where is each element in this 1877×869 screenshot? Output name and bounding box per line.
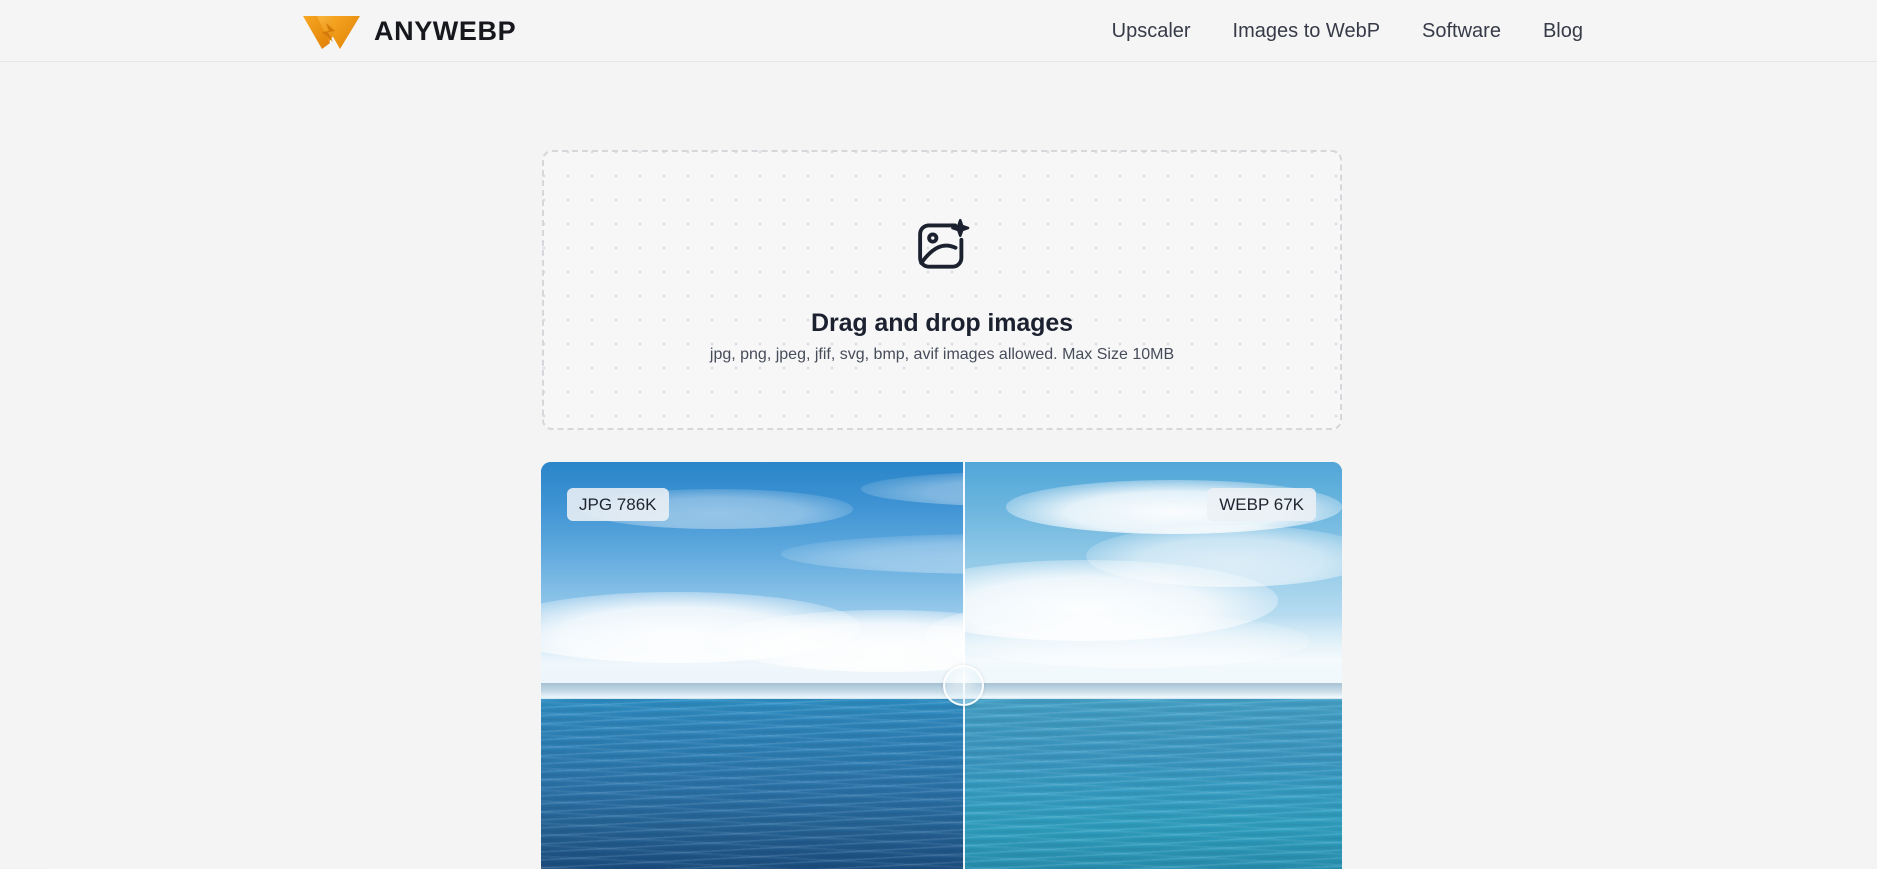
file-dropzone[interactable]: Drag and drop images jpg, png, jpeg, jfi… (542, 150, 1342, 430)
before-after-comparison[interactable]: JPG 786K WEBP 67K (541, 462, 1342, 869)
image-sparkle-icon (918, 218, 970, 269)
main-navigation: Upscaler Images to WebP Software Blog (1112, 0, 1583, 62)
site-header: ANYWEBP Upscaler Images to WebP Software… (0, 0, 1877, 62)
dropzone-title: Drag and drop images (811, 308, 1073, 337)
dropzone-subtitle: jpg, png, jpeg, jfif, svg, bmp, avif ima… (709, 345, 1175, 363)
brand-logo-link[interactable]: ANYWEBP (302, 0, 516, 62)
nav-link-blog[interactable]: Blog (1543, 21, 1583, 41)
nav-link-upscaler[interactable]: Upscaler (1112, 21, 1191, 41)
nav-link-software[interactable]: Software (1422, 21, 1501, 41)
original-size-badge: JPG 786K (567, 488, 669, 522)
brand-name: ANYWEBP (374, 15, 517, 46)
page-body: Drag and drop images jpg, png, jpeg, jfi… (0, 62, 1877, 869)
nav-link-images-to-webp[interactable]: Images to WebP (1233, 21, 1380, 41)
converted-size-badge: WEBP 67K (1207, 488, 1316, 522)
anywebp-w-bolt-logo-icon (303, 16, 360, 49)
